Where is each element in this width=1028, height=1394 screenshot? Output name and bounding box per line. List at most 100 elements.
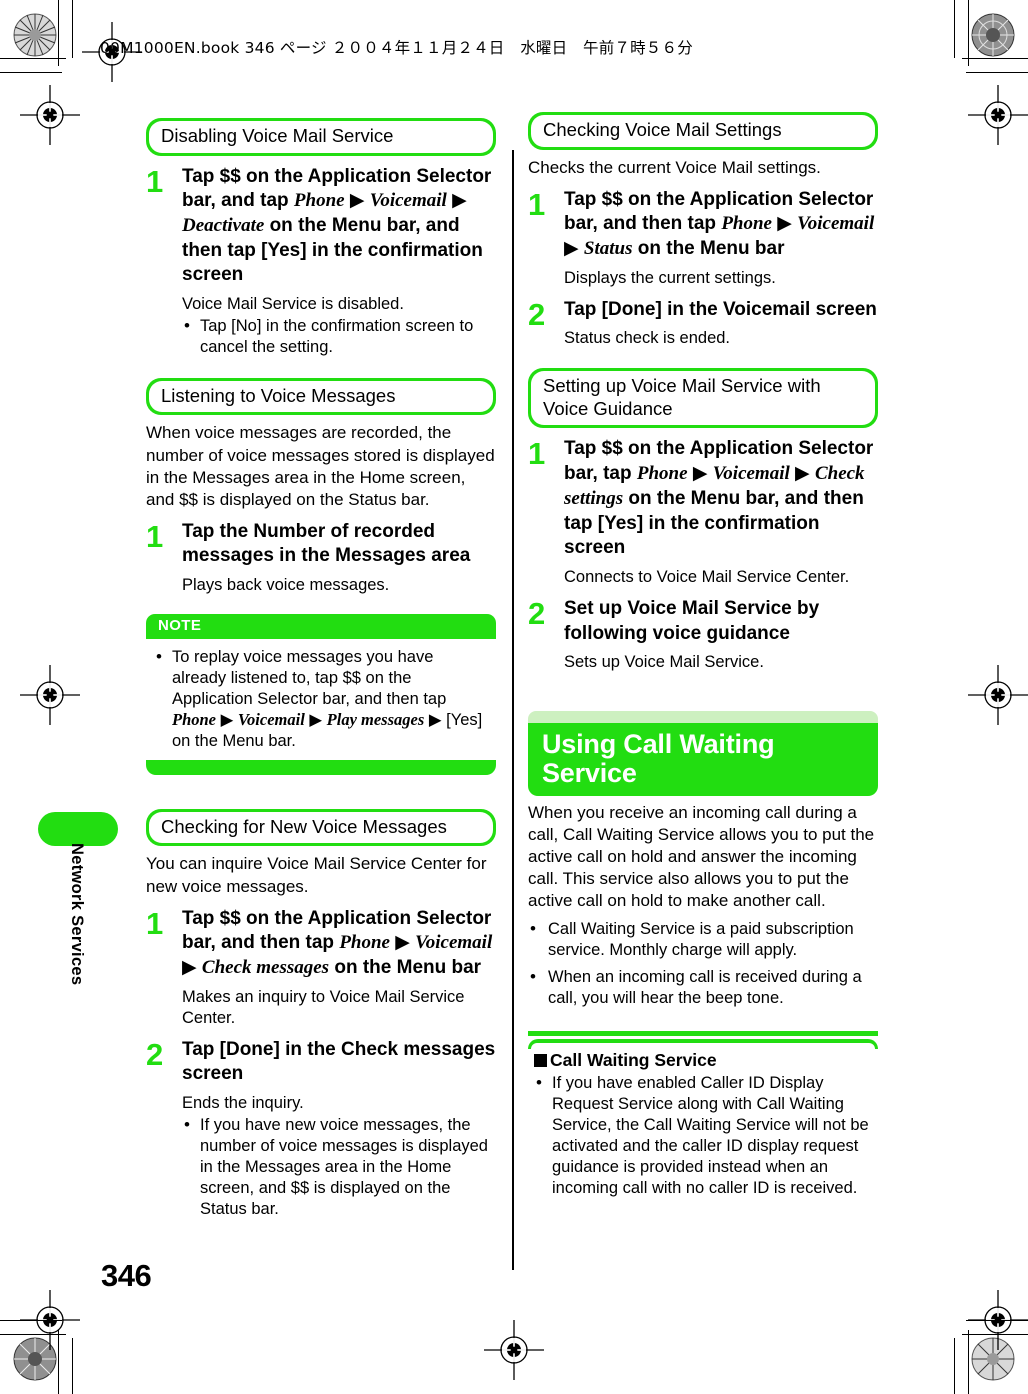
note-label: NOTE	[158, 617, 202, 635]
step-result-text: Status check is ended.	[564, 329, 731, 348]
step-number: 1	[146, 518, 164, 554]
step-result-text: Sets up Voice Mail Service.	[564, 653, 764, 672]
step-result-text: Displays the current settings.	[564, 268, 776, 287]
step-result-text: Plays back voice messages.	[182, 576, 390, 595]
trim-line	[72, 1338, 74, 1394]
note-bullet-list: To replay voice messages you have alread…	[154, 646, 486, 752]
step-result-text: Ends the inquiry.	[182, 1093, 304, 1112]
step-title: Tap [Done] in the Check messages screen	[182, 1038, 496, 1085]
trim-line	[0, 72, 62, 74]
step-title: Tap $$ on the Application Selector bar, …	[564, 438, 874, 559]
note-box: NOTE To replay voice messages you have a…	[146, 614, 496, 775]
note-footer-bar	[146, 759, 496, 775]
step-result-text: Makes an inquiry to Voice Mail Service C…	[182, 987, 465, 1027]
trim-line	[962, 1334, 1028, 1336]
trim-line	[966, 72, 1028, 74]
trim-line	[0, 1320, 62, 1322]
step-title: Tap $$ on the Application Selector bar, …	[564, 188, 875, 260]
crosshair-mark-right-middle	[968, 665, 1028, 725]
step: 2 Set up Voice Mail Service by following…	[528, 597, 878, 673]
list-item: Tap [No] in the confirmation screen to c…	[182, 315, 496, 358]
chapter-tab-marker	[38, 812, 118, 846]
info-box-bullet-list: If you have enabled Caller ID Display Re…	[534, 1072, 872, 1199]
step-bullet-list: If you have new voice messages, the numb…	[182, 1114, 496, 1220]
trim-line	[962, 58, 1028, 60]
crosshair-mark-right-top	[968, 85, 1028, 145]
banner-bullet-list: Call Waiting Service is a paid subscript…	[528, 918, 878, 1009]
section-checking-voice-mail-settings: Checking Voice Mail Settings Checks the …	[528, 112, 878, 349]
section-heading-pill: Disabling Voice Mail Service	[146, 118, 496, 156]
section-intro: Checks the current Voice Mail settings.	[528, 157, 821, 177]
section-heading-text: Setting up Voice Mail Service with Voice…	[531, 371, 875, 426]
square-bullet-icon	[534, 1054, 547, 1068]
step-body: Makes an inquiry to Voice Mail Service C…	[182, 987, 496, 1029]
chapter-label: Network Services	[68, 843, 86, 986]
crosshair-mark-left-middle	[20, 665, 80, 725]
trim-line	[954, 1338, 956, 1394]
section-heading-pill: Checking for New Voice Messages	[146, 808, 496, 847]
list-item: Call Waiting Service is a paid subscript…	[528, 918, 878, 961]
step-body: Voice Mail Service is disabled. Tap [No]…	[182, 294, 496, 358]
trim-line	[58, 0, 60, 66]
info-box-rule	[528, 1031, 878, 1037]
left-column: Disabling Voice Mail Service 1 Tap $$ on…	[146, 118, 496, 1223]
trim-line	[0, 1334, 66, 1336]
section-intro: When voice messages are recorded, the nu…	[146, 423, 495, 509]
step-number: 2	[528, 595, 546, 631]
column-divider	[512, 150, 514, 1270]
step: 1 Tap $$ on the Application Selector bar…	[528, 188, 878, 289]
step: 2 Tap [Done] in the Check messages scree…	[146, 1038, 496, 1220]
crosshair-mark-bottom-right	[968, 1290, 1028, 1350]
info-box-call-waiting: Call Waiting Service If you have enabled…	[528, 1031, 878, 1199]
step-result-text: Connects to Voice Mail Service Center.	[564, 567, 850, 586]
section-heading-pill: Checking Voice Mail Settings	[528, 112, 878, 150]
trim-line	[72, 0, 74, 58]
section-setting-up-voice-guidance: Setting up Voice Mail Service with Voice…	[528, 368, 878, 673]
step: 1 Tap $$ on the Application Selector bar…	[146, 907, 496, 1029]
right-column: Checking Voice Mail Settings Checks the …	[528, 112, 878, 1199]
step-body: Sets up Voice Mail Service.	[564, 652, 878, 673]
section-heading-text: Checking Voice Mail Settings	[531, 115, 875, 147]
step-number: 1	[528, 186, 546, 222]
step-number: 1	[146, 905, 164, 941]
list-item: If you have new voice messages, the numb…	[182, 1114, 496, 1220]
note-body: To replay voice messages you have alread…	[146, 639, 496, 760]
starburst-mark-top-left	[12, 12, 58, 58]
step-body: Displays the current settings.	[564, 268, 878, 289]
starburst-mark-top-right	[970, 12, 1016, 58]
manual-page: 00M1000EN.book 346 ページ ２００４年１１月２４日 水曜日 午…	[0, 0, 1028, 1394]
step-body: Status check is ended.	[564, 328, 878, 349]
trim-line	[954, 0, 956, 58]
section-heading-pill: Setting up Voice Mail Service with Voice…	[528, 368, 878, 429]
banner-top-strip	[528, 711, 878, 724]
step-body: Plays back voice messages.	[182, 575, 496, 596]
section-heading-text: Listening to Voice Messages	[149, 380, 493, 413]
step-title: Tap the Number of recorded messages in t…	[182, 520, 471, 567]
trim-line	[968, 1330, 970, 1394]
section-listening-voice-messages: Listening to Voice Messages When voice m…	[146, 377, 496, 596]
section-checking-new-voice-messages: Checking for New Voice Messages You can …	[146, 808, 496, 1220]
step: 1 Tap the Number of recorded messages in…	[146, 520, 496, 596]
step-number: 2	[146, 1036, 164, 1072]
note-bullet: To replay voice messages you have alread…	[154, 646, 486, 752]
step: 2 Tap [Done] in the Voicemail screen Sta…	[528, 298, 878, 350]
step-title: Tap [Done] in the Voicemail screen	[564, 298, 877, 320]
trim-line	[966, 1320, 1028, 1322]
trim-line	[58, 1330, 60, 1394]
book-header-line: 00M1000EN.book 346 ページ ２００４年１１月２４日 水曜日 午…	[100, 39, 693, 57]
info-box-title-text: Call Waiting Service	[550, 1050, 717, 1071]
banner-title: Using Call Waiting Service	[528, 723, 878, 796]
section-heading-text: Disabling Voice Mail Service	[149, 121, 493, 153]
step-body: Ends the inquiry. If you have new voice …	[182, 1093, 496, 1220]
banner-intro: When you receive an incoming call during…	[528, 802, 875, 911]
step-bullet-list: Tap [No] in the confirmation screen to c…	[182, 315, 496, 358]
trim-line	[968, 0, 970, 66]
page-number: 346	[101, 1258, 152, 1293]
trim-line	[0, 58, 66, 60]
info-box-top-curve	[528, 1039, 878, 1050]
major-section-call-waiting: Using Call Waiting Service When you rece…	[528, 711, 878, 1009]
step-number: 1	[528, 436, 546, 472]
section-heading-pill: Listening to Voice Messages	[146, 377, 496, 416]
section-heading-text: Checking for New Voice Messages	[149, 811, 493, 844]
section-intro: You can inquire Voice Mail Service Cente…	[146, 854, 487, 896]
